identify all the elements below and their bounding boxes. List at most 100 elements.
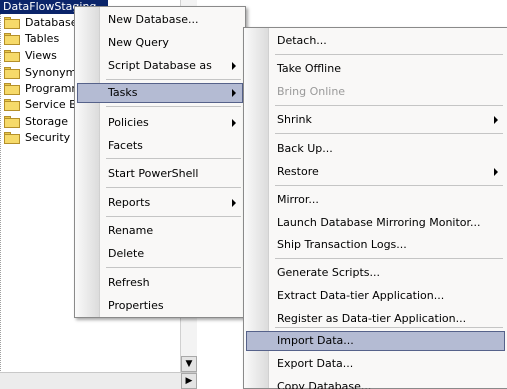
tree-node-label: Database: [25, 16, 78, 29]
menu-item-label: Back Up...: [277, 142, 333, 155]
menu-item-register-data-tier-application[interactable]: Register as Data-tier Application...: [246, 309, 505, 329]
menu-item-label: New Query: [108, 36, 169, 49]
tree-node-service-broker[interactable]: Service Br: [4, 97, 81, 113]
menu-item-rename[interactable]: Rename: [77, 221, 243, 241]
menu-item-ship-transaction-logs[interactable]: Ship Transaction Logs...: [246, 235, 505, 255]
menu-separator: [275, 133, 503, 134]
folder-icon: [4, 67, 20, 79]
menu-separator: [275, 258, 503, 259]
menu-item-policies[interactable]: Policies: [77, 113, 243, 133]
folder-icon: [4, 83, 20, 95]
menu-item-copy-database[interactable]: Copy Database...: [246, 377, 505, 389]
menu-item-start-powershell[interactable]: Start PowerShell: [77, 164, 243, 184]
menu-item-bring-online: Bring Online: [246, 82, 505, 102]
menu-item-generate-scripts[interactable]: Generate Scripts...: [246, 263, 505, 283]
menu-item-label: Generate Scripts...: [277, 266, 380, 279]
tree-connector-line: [0, 14, 1, 389]
menu-item-new-database[interactable]: New Database...: [77, 10, 243, 30]
scroll-right-button[interactable]: ▶: [181, 373, 197, 389]
menu-item-label: Refresh: [108, 276, 150, 289]
tree-node-storage[interactable]: Storage: [4, 114, 68, 130]
submenu-arrow-icon: [494, 168, 498, 176]
menu-item-export-data[interactable]: Export Data...: [246, 354, 505, 374]
menu-item-back-up[interactable]: Back Up...: [246, 139, 505, 159]
menu-item-label: Launch Database Mirroring Monitor...: [277, 216, 481, 229]
menu-separator: [106, 158, 241, 159]
menu-item-delete[interactable]: Delete: [77, 244, 243, 264]
menu-item-extract-data-tier-application[interactable]: Extract Data-tier Application...: [246, 286, 505, 306]
folder-icon: [4, 132, 20, 144]
menu-item-label: Reports: [108, 196, 151, 209]
menu-item-restore[interactable]: Restore: [246, 162, 505, 182]
menu-separator: [275, 185, 503, 186]
tree-node-database[interactable]: Database: [4, 15, 78, 31]
submenu-arrow-icon: [232, 199, 236, 207]
menu-item-detach[interactable]: Detach...: [246, 31, 505, 51]
menu-separator: [275, 327, 503, 328]
menu-item-label: Delete: [108, 247, 145, 260]
menu-item-shrink[interactable]: Shrink: [246, 110, 505, 130]
tree-node-views[interactable]: Views: [4, 48, 57, 64]
menu-item-label: Policies: [108, 116, 149, 129]
submenu-arrow-icon: [232, 119, 236, 127]
menu-item-new-query[interactable]: New Query: [77, 33, 243, 53]
menu-item-mirror[interactable]: Mirror...: [246, 190, 505, 210]
menu-item-label: Import Data...: [277, 334, 354, 347]
arrow-down-icon: ▼: [185, 359, 193, 369]
menu-item-script-database-as[interactable]: Script Database as: [77, 56, 243, 76]
menu-separator: [275, 54, 503, 55]
menu-item-label: Bring Online: [277, 85, 346, 98]
menu-item-label: Copy Database...: [277, 380, 372, 389]
menu-icon-gutter: [75, 7, 100, 317]
folder-icon: [4, 99, 20, 111]
menu-item-import-data[interactable]: Import Data...: [246, 331, 505, 351]
menu-item-label: Rename: [108, 224, 154, 237]
menu-item-label: Facets: [108, 139, 143, 152]
menu-item-take-offline[interactable]: Take Offline: [246, 59, 505, 79]
tree-node-programmability[interactable]: Programm: [4, 81, 82, 97]
folder-icon: [4, 33, 20, 45]
menu-item-label: Properties: [108, 299, 164, 312]
submenu-arrow-icon: [232, 89, 236, 97]
tree-node-label: Storage: [25, 115, 69, 128]
menu-item-label: Detach...: [277, 34, 327, 47]
submenu-arrow-icon: [494, 116, 498, 124]
menu-item-label: Export Data...: [277, 357, 354, 370]
menu-separator: [275, 105, 503, 106]
menu-item-label: Script Database as: [108, 59, 212, 72]
menu-item-label: Extract Data-tier Application...: [277, 289, 445, 302]
menu-item-label: Take Offline: [277, 62, 341, 75]
tree-node-label: Views: [25, 49, 57, 62]
menu-item-refresh[interactable]: Refresh: [77, 273, 243, 293]
menu-item-tasks[interactable]: Tasks: [77, 83, 243, 103]
menu-item-reports[interactable]: Reports: [77, 193, 243, 213]
tree-node-tables[interactable]: Tables: [4, 31, 59, 47]
tree-node-security[interactable]: Security: [4, 130, 70, 146]
submenu-arrow-icon: [232, 62, 236, 70]
menu-item-label: Mirror...: [277, 193, 319, 206]
menu-separator: [106, 79, 241, 80]
menu-item-label: Restore: [277, 165, 319, 178]
folder-icon: [4, 50, 20, 62]
menu-item-properties[interactable]: Properties: [77, 296, 243, 316]
menu-separator: [106, 267, 241, 268]
menu-item-label: Start PowerShell: [108, 167, 199, 180]
menu-separator: [106, 106, 241, 107]
menu-separator: [106, 187, 241, 188]
folder-icon: [4, 116, 20, 128]
database-context-menu: New Database... New Query Script Databas…: [74, 6, 246, 318]
tree-horizontal-scrollbar[interactable]: ▶: [0, 372, 197, 389]
tasks-submenu: Detach... Take Offline Bring Online Shri…: [243, 27, 507, 389]
folder-icon: [4, 17, 20, 29]
tree-node-label: Tables: [25, 32, 60, 45]
menu-separator: [106, 216, 241, 217]
tree-node-synonyms[interactable]: Synonyms: [4, 65, 82, 81]
menu-item-label: Register as Data-tier Application...: [277, 312, 467, 325]
menu-item-label: Tasks: [108, 86, 138, 99]
menu-item-facets[interactable]: Facets: [77, 136, 243, 156]
menu-item-launch-mirroring-monitor[interactable]: Launch Database Mirroring Monitor...: [246, 213, 505, 233]
menu-item-label: Shrink: [277, 113, 312, 126]
tree-node-label: Service Br: [25, 98, 82, 111]
scroll-down-button[interactable]: ▼: [181, 356, 197, 372]
menu-item-label: New Database...: [108, 13, 199, 26]
